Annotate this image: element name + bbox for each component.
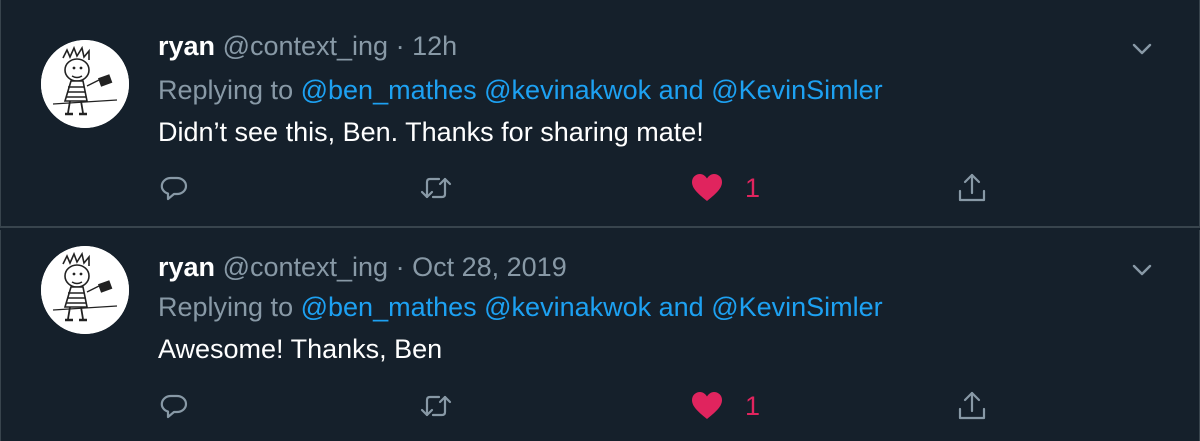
more-options-button[interactable] [1127,34,1157,64]
tweet-text: Didn’t see this, Ben. Thanks for sharing… [158,117,704,147]
mention-link[interactable]: @kevinakwok [484,292,651,322]
replying-to-label: Replying to [158,292,294,322]
like-button[interactable]: 1 [691,386,760,426]
separator-dot: · [395,31,405,61]
tweet[interactable]: ryan @context_ing · 12h Replying to @ben… [0,0,1200,228]
replying-to-label: Replying to [158,75,294,105]
chevron-down-icon [1132,264,1152,276]
reply-button[interactable] [159,168,189,208]
reply-icon [160,394,188,419]
author-handle[interactable]: @context_ing [223,252,389,282]
mention-link[interactable]: @KevinSimler [711,75,882,105]
more-options-button[interactable] [1127,255,1157,285]
separator-dot: · [395,252,405,282]
like-button[interactable]: 1 [691,168,760,208]
retweet-icon [420,177,452,199]
heart-icon [692,174,722,201]
tweet-header: ryan @context_ing · Oct 28, 2019 [158,251,567,283]
calvin-drawing-icon [41,40,129,128]
chevron-down-icon [1132,43,1152,55]
replying-to: Replying to @ben_mathes @kevinakwok and … [158,74,883,106]
calvin-drawing-icon [41,246,129,334]
reply-button[interactable] [159,386,189,426]
tweet[interactable]: ryan @context_ing · Oct 28, 2019 Replyin… [0,230,1200,441]
reply-icon [160,176,188,201]
tweet-header: ryan @context_ing · 12h [158,30,457,62]
like-count: 1 [745,172,761,203]
mention-link[interactable]: @ben_mathes [301,292,477,322]
replying-to: Replying to @ben_mathes @kevinakwok and … [158,291,883,323]
tweet-feed: ryan @context_ing · 12h Replying to @ben… [0,0,1200,441]
heart-icon [692,392,722,419]
mention-link[interactable]: @kevinakwok [484,75,651,105]
avatar[interactable] [41,246,129,334]
tweet-text: Awesome! Thanks, Ben [158,334,443,364]
author-name[interactable]: ryan [158,252,215,282]
share-button[interactable] [956,168,988,208]
mention-link[interactable]: @ben_mathes [301,75,477,105]
and-label: and [658,292,704,322]
author-name[interactable]: ryan [158,31,215,61]
avatar[interactable] [41,40,129,128]
timestamp[interactable]: Oct 28, 2019 [412,252,567,282]
tweet-actions: 1 [1,168,1200,208]
tweet-actions: 1 [1,386,1200,426]
and-label: and [658,75,704,105]
share-icon [958,173,986,202]
author-handle[interactable]: @context_ing [223,31,389,61]
like-count: 1 [745,390,761,421]
mention-link[interactable]: @KevinSimler [711,292,882,322]
retweet-button[interactable] [419,386,453,426]
share-icon [958,391,986,420]
retweet-button[interactable] [419,168,453,208]
retweet-icon [420,395,452,417]
timestamp[interactable]: 12h [412,31,457,61]
share-button[interactable] [956,386,988,426]
